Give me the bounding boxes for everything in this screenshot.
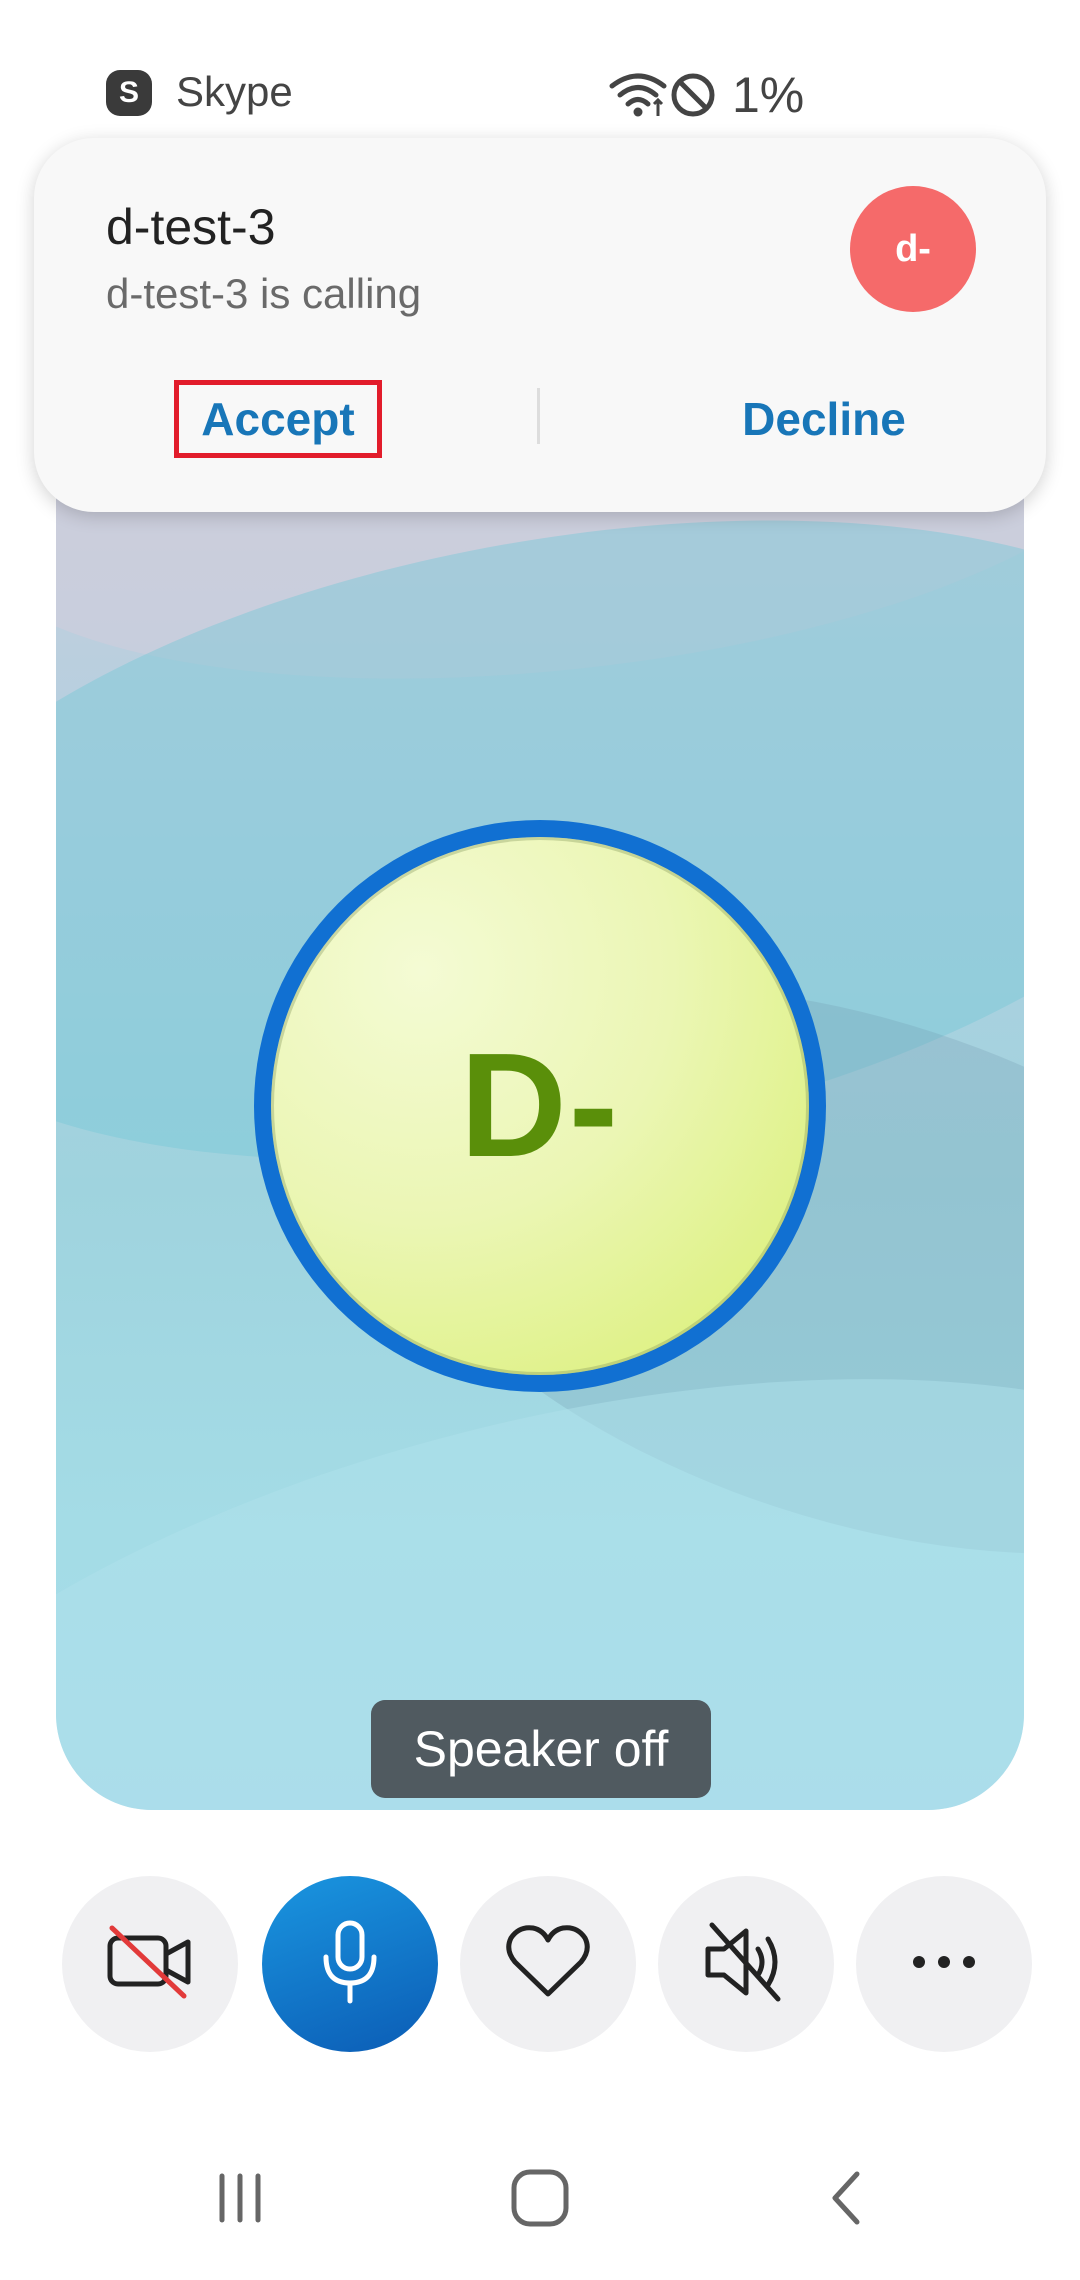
battery-text: 1% (732, 67, 805, 123)
video-off-icon (102, 1922, 198, 2007)
home-icon (508, 2166, 572, 2235)
do-not-disturb-icon (668, 70, 718, 120)
react-button[interactable] (460, 1876, 636, 2052)
call-controls (0, 1876, 1080, 2052)
home-button[interactable] (490, 2160, 590, 2240)
heart-icon (503, 1922, 593, 2007)
recents-icon (210, 2168, 270, 2233)
action-divider (537, 388, 540, 444)
caller-avatar-inner: D- (271, 837, 809, 1375)
status-app-name: Skype (176, 68, 293, 115)
caller-avatar: D- (254, 820, 826, 1392)
back-icon (821, 2168, 871, 2233)
recents-button[interactable] (190, 2160, 290, 2240)
back-button[interactable] (796, 2160, 896, 2240)
decline-button[interactable]: Decline (674, 380, 974, 458)
speaker-muted-icon (698, 1917, 794, 2012)
speaker-button[interactable] (658, 1876, 834, 2052)
camera-off-button[interactable] (62, 1876, 238, 2052)
incoming-call-notification[interactable]: d-test-3 d-test-3 is calling d- Accept D… (34, 138, 1046, 512)
mic-button[interactable] (262, 1876, 438, 2052)
more-icon (909, 1952, 979, 1977)
skype-icon: S (106, 70, 152, 116)
speaker-toast: Speaker off (371, 1700, 711, 1798)
wifi-icon (608, 70, 668, 120)
screen: S Skype 1% D- Speaker off d-test-3 d-tes… (0, 0, 1080, 2280)
microphone-icon (315, 1917, 385, 2012)
status-right: 1% (608, 60, 804, 130)
accept-button[interactable]: Accept (174, 380, 382, 458)
notification-message: d-test-3 is calling (106, 270, 422, 317)
notification-caller-name: d-test-3 (106, 199, 276, 255)
caller-initials: D- (459, 1023, 621, 1188)
navigation-bar (0, 2140, 1080, 2260)
more-button[interactable] (856, 1876, 1032, 2052)
notification-avatar: d- (850, 186, 976, 312)
